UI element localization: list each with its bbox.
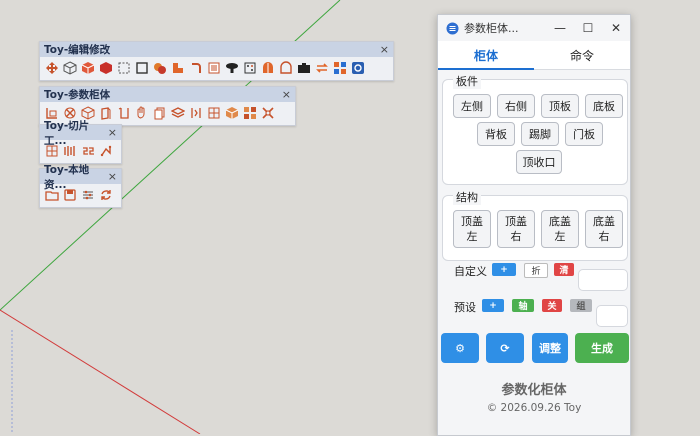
structure-group: 结构 顶盖 左 顶盖 右 底盖 左 底盖 右 — [442, 189, 628, 261]
toolbar-cabinet-header[interactable]: Toy-参数柜体 × — [40, 87, 295, 102]
slice-bars-icon[interactable] — [62, 143, 77, 158]
cabinet-panel: 参数柜体... — ☐ ✕ 柜体 命令 板件 左侧 右侧 顶板 底板 背板 踢脚… — [437, 14, 631, 436]
preset-label: 预设 — [454, 301, 476, 314]
dice-icon[interactable] — [242, 60, 257, 75]
structure-group-title: 结构 — [453, 189, 481, 205]
box-solid-icon[interactable] — [98, 60, 113, 75]
panels-group: 板件 左侧 右侧 顶板 底板 背板 踢脚 门板 顶收口 — [442, 73, 628, 185]
door-icon[interactable] — [278, 60, 293, 75]
panel-title: 参数柜体... — [464, 22, 519, 35]
custom-field[interactable] — [578, 269, 628, 291]
toolbar-edit-header[interactable]: Toy-编辑修改 × — [40, 42, 393, 57]
cabinet-pattern-icon[interactable] — [260, 105, 275, 120]
preset-axis-button[interactable]: 轴 — [512, 299, 534, 312]
square-icon[interactable] — [134, 60, 149, 75]
target-icon[interactable] — [350, 60, 365, 75]
move-icon[interactable] — [44, 60, 59, 75]
slice-node-icon[interactable] — [98, 143, 113, 158]
panel-tabs: 柜体 命令 — [438, 41, 630, 70]
refresh-button[interactable]: ⟳ — [486, 333, 524, 363]
mushroom-icon[interactable] — [224, 60, 239, 75]
corner-icon[interactable] — [188, 60, 203, 75]
cabinet-grid-icon[interactable] — [242, 105, 257, 120]
top-cover-left-button[interactable]: 顶盖 左 — [453, 210, 491, 248]
settings-icon: ⚙ — [455, 341, 465, 355]
top-trim-button[interactable]: 顶收口 — [516, 150, 562, 174]
cabinet-side-icon[interactable] — [116, 105, 131, 120]
save-local-icon[interactable] — [62, 187, 77, 202]
cabinet-layers-icon[interactable] — [170, 105, 185, 120]
footer-title: 参数化柜体 — [501, 383, 567, 398]
list-icon[interactable] — [206, 60, 221, 75]
panels-group-title: 板件 — [453, 73, 481, 89]
red-axis — [0, 309, 201, 434]
preset-add-button[interactable]: + — [482, 299, 504, 312]
toolbar-cabinet-close-icon[interactable]: × — [282, 88, 291, 101]
toolbar-slice: Toy-切片工... × — [39, 120, 122, 164]
box-red-icon[interactable] — [80, 60, 95, 75]
slice-link-icon[interactable] — [80, 143, 95, 158]
toolbar-cabinet-title: Toy-参数柜体 — [44, 89, 111, 101]
footer-copyright: © 2026.09.26 Toy — [486, 402, 582, 414]
swap-icon[interactable] — [314, 60, 329, 75]
back-panel-button[interactable]: 背板 — [477, 122, 515, 146]
cabinet-divider-icon[interactable] — [206, 105, 221, 120]
refresh-icon: ⟳ — [500, 341, 510, 355]
maximize-button[interactable]: ☐ — [574, 15, 602, 41]
custom-add-button[interactable]: + — [492, 263, 516, 276]
toolbar-edit: Toy-编辑修改 × — [39, 41, 394, 81]
case-icon[interactable] — [296, 60, 311, 75]
minimize-button[interactable]: — — [546, 15, 574, 41]
window-close-button[interactable]: ✕ — [602, 15, 630, 41]
cabinet-copy-icon[interactable] — [152, 105, 167, 120]
left-side-button[interactable]: 左侧 — [453, 94, 491, 118]
grid-icon[interactable] — [332, 60, 347, 75]
door-panel-button[interactable]: 门板 — [565, 122, 603, 146]
top-panel-button[interactable]: 顶板 — [541, 94, 579, 118]
adjust-button[interactable]: 调整 — [532, 333, 568, 363]
toolbar-local: Toy-本地资... × — [39, 164, 122, 208]
kickboard-button[interactable]: 踢脚 — [521, 122, 559, 146]
custom-fold-button[interactable]: 折 — [524, 263, 548, 278]
generate-button[interactable]: 生成 — [575, 333, 629, 363]
dashed-square-icon[interactable] — [116, 60, 131, 75]
cabinet-hand-icon[interactable] — [134, 105, 149, 120]
toolbar-slice-close-icon[interactable]: × — [108, 126, 117, 139]
circles-icon[interactable] — [152, 60, 167, 75]
preset-close-button[interactable]: 关 — [542, 299, 562, 312]
toolbar-edit-title: Toy-编辑修改 — [44, 44, 111, 56]
folder-icon[interactable] — [44, 187, 59, 202]
sync-icon[interactable] — [98, 187, 113, 202]
bottom-cover-left-button[interactable]: 底盖 左 — [541, 210, 579, 248]
cabinet-split-icon[interactable] — [188, 105, 203, 120]
custom-label: 自定义 — [454, 265, 487, 278]
toolbar-slice-header[interactable]: Toy-切片工... × — [40, 120, 121, 147]
slice-grid-icon[interactable] — [44, 143, 59, 158]
tab-commands[interactable]: 命令 — [534, 41, 630, 69]
right-side-button[interactable]: 右侧 — [497, 94, 535, 118]
shape-icon[interactable] — [170, 60, 185, 75]
bottom-panel-button[interactable]: 底板 — [585, 94, 623, 118]
tab-cabinet[interactable]: 柜体 — [438, 41, 534, 70]
panel-titlebar[interactable]: 参数柜体... — ☐ ✕ — [438, 15, 630, 41]
toolbar-local-header[interactable]: Toy-本地资... × — [40, 164, 121, 191]
preset-group-button[interactable]: 组 — [570, 299, 592, 312]
box-outline-icon[interactable] — [62, 60, 77, 75]
settings-button[interactable]: ⚙ — [441, 333, 479, 363]
top-cover-right-button[interactable]: 顶盖 右 — [497, 210, 535, 248]
toolbar-edit-close-icon[interactable]: × — [380, 43, 389, 56]
toolbar-local-close-icon[interactable]: × — [108, 170, 117, 183]
cabinet-cube-icon[interactable] — [224, 105, 239, 120]
sliders-icon[interactable] — [80, 187, 95, 202]
arch-icon[interactable] — [260, 60, 275, 75]
custom-clear-button[interactable]: 清 — [554, 263, 574, 276]
bottom-cover-right-button[interactable]: 底盖 右 — [585, 210, 623, 248]
app-icon — [446, 22, 459, 34]
preset-field[interactable] — [596, 305, 628, 327]
